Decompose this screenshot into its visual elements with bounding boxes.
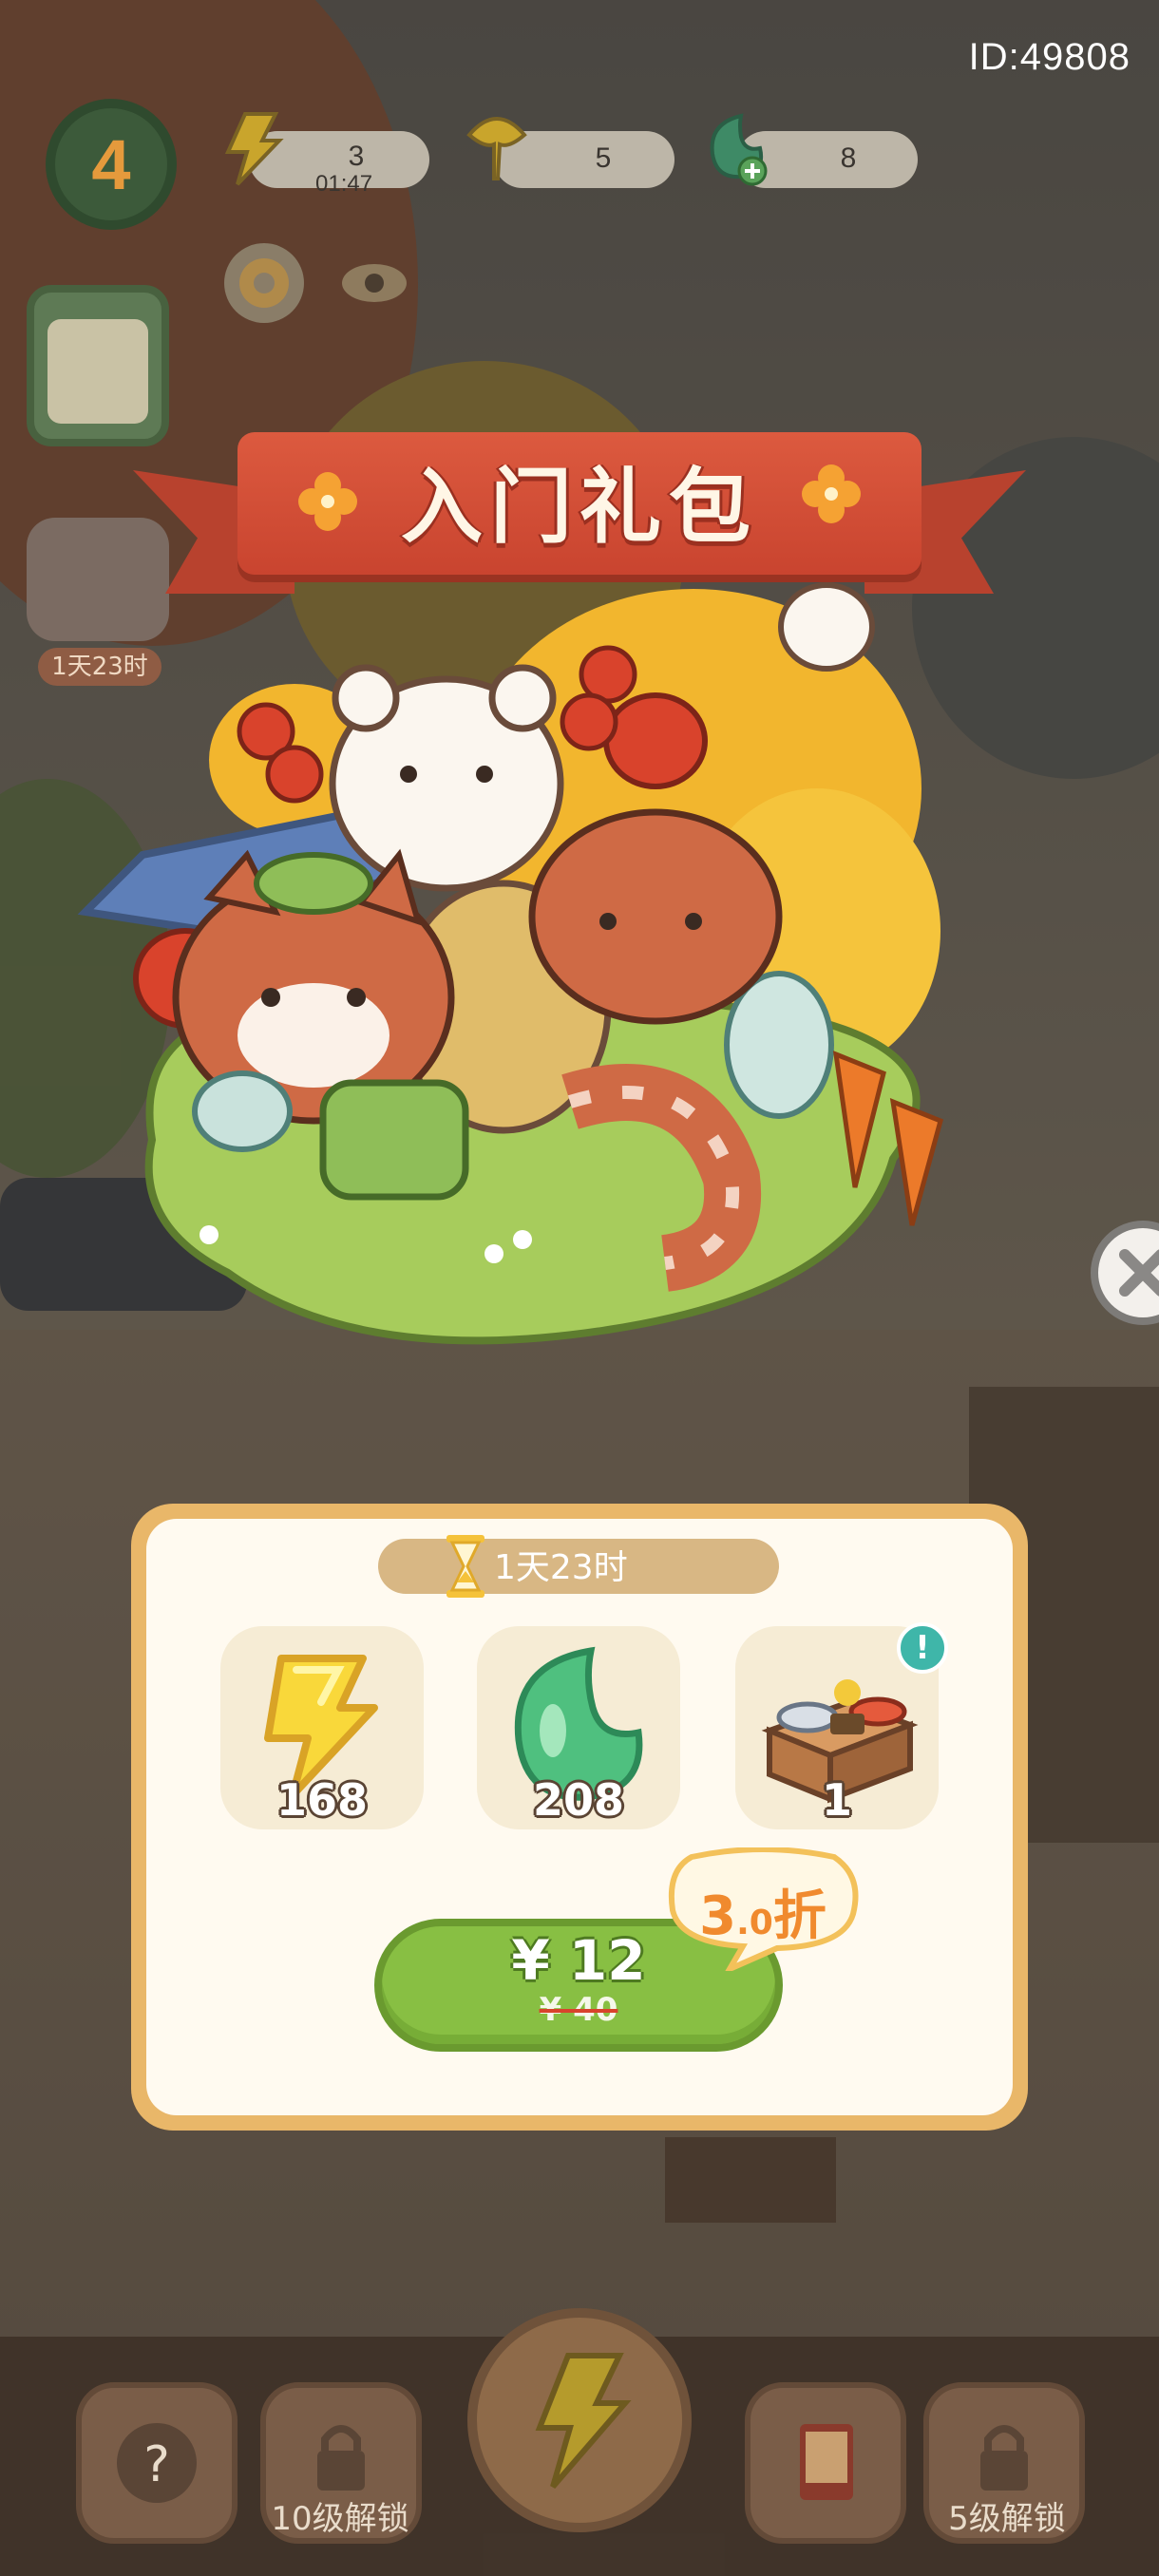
original-price-value: ¥ 40 <box>539 1991 618 2029</box>
help-button[interactable]: ? <box>76 2382 238 2544</box>
red-panda-illustration <box>77 582 943 1345</box>
ginkgo-leaf-icon <box>466 117 527 180</box>
player-id: ID:49808 <box>968 36 1130 78</box>
energy-main-button[interactable] <box>467 2308 692 2532</box>
discount-label: 3.0折 <box>663 1873 863 1950</box>
green-gem-plus-icon[interactable] <box>703 110 773 186</box>
settings-button[interactable] <box>224 243 304 323</box>
book-icon <box>800 2424 853 2500</box>
close-button[interactable] <box>1091 1221 1159 1325</box>
question-icon: ? <box>117 2423 197 2503</box>
gem-count: 8 <box>840 142 857 174</box>
energy-timer: 01:47 <box>315 171 373 197</box>
item-qty-gem: 208 <box>532 1774 625 1826</box>
lightning-icon <box>224 112 284 186</box>
level-number: 4 <box>91 124 131 204</box>
discount-unit: 折 <box>772 1885 826 1947</box>
right-unlock-label: 5级解锁 <box>948 2500 1066 2538</box>
book-button[interactable] <box>745 2382 906 2544</box>
level-badge[interactable]: 4 <box>46 99 177 230</box>
title-banner: 入门礼包 <box>133 423 1026 622</box>
item-info-badge[interactable]: ! <box>897 1622 948 1674</box>
item-qty-food: 1 <box>821 1774 852 1826</box>
hourglass-icon <box>446 1535 484 1598</box>
package-title: 入门礼包 <box>401 460 758 555</box>
package-timer-text: 1天23时 <box>494 1548 628 1587</box>
lightning-icon <box>535 2353 632 2489</box>
discount-decimal: .0 <box>736 1904 773 1942</box>
gear-icon <box>239 258 289 308</box>
energy-count: 3 <box>348 141 365 172</box>
original-price: ¥ 40 <box>374 1991 783 2029</box>
item-qty-energy: 168 <box>276 1774 369 1826</box>
svg-text:?: ? <box>143 2436 170 2493</box>
close-icon <box>1119 1249 1159 1297</box>
left-unlock-label: 10级解锁 <box>271 2500 409 2538</box>
calendar-leaf-icon <box>48 319 148 424</box>
eye-icon <box>342 264 407 302</box>
view-button[interactable] <box>334 243 414 323</box>
leaf-count: 5 <box>595 142 612 174</box>
discount-main: 3 <box>699 1885 737 1947</box>
